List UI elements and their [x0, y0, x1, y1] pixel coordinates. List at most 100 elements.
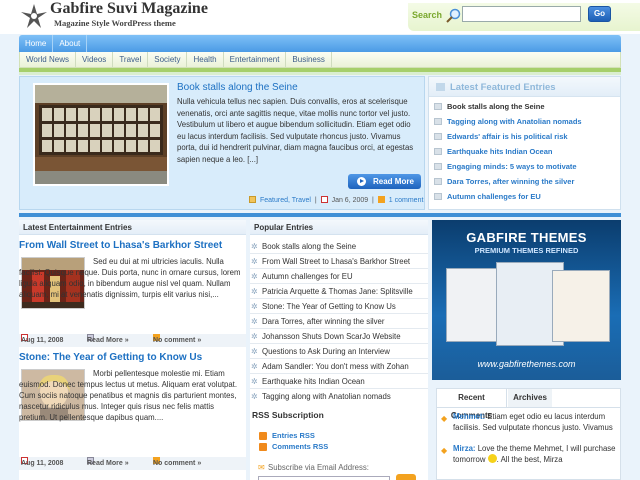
star-icon: ✲: [251, 257, 258, 266]
subscribe-label: ✉ Subscribe via Email Address:: [258, 463, 369, 472]
nav-item-about[interactable]: About: [53, 35, 88, 52]
popular-item[interactable]: ✲ Tagging along with Anatolian nomads: [250, 390, 428, 404]
search-go-button[interactable]: Go: [588, 6, 611, 22]
rss-icon: [259, 443, 267, 451]
featured-categories[interactable]: Featured, Travel: [260, 197, 311, 204]
popular-item[interactable]: ✲ Patricia Arquette & Thomas Jane: Splits…: [250, 285, 428, 299]
popular-column: Popular Entries ✲ Book stalls along the S…: [250, 220, 428, 480]
comment-text-tail: . All the best, Mirza: [496, 455, 563, 464]
entry-excerpt: Sed eu dui at mi ultricies iaculis. Null…: [19, 257, 241, 299]
featured-title[interactable]: Book stalls along the Seine: [177, 82, 298, 93]
latest-featured-title: Latest Featured Entries: [450, 82, 556, 93]
nav-item-videos[interactable]: Videos: [76, 52, 114, 67]
magnifier-icon: [446, 8, 461, 23]
header: Gabfire Suvi Magazine Magazine Style Wor…: [0, 0, 640, 34]
tab-recent-comments[interactable]: Recent Comments: [437, 389, 507, 420]
latest-item[interactable]: Dara Torres, after winning the silver: [434, 177, 574, 186]
folder-icon: [249, 196, 256, 203]
popular-item[interactable]: ✲ Autumn challenges for EU: [250, 270, 428, 284]
entry-read-more-link[interactable]: Read More »: [87, 457, 129, 470]
star-icon: ✲: [251, 287, 258, 296]
entry-date: Aug 11, 2008: [21, 337, 64, 344]
subscribe-email-input[interactable]: [258, 476, 390, 480]
search-label: Search: [412, 10, 443, 20]
popular-heading: Popular Entries: [250, 220, 428, 235]
rss-icon: [259, 432, 267, 440]
ad-url: www.gabfirethemes.com: [477, 359, 576, 369]
popular-item[interactable]: ✲ Dara Torres, after winning the silver: [250, 315, 428, 329]
comment-item: ◆ Mirza: Love the theme Mehmet, I will pu…: [439, 443, 617, 465]
search-input[interactable]: [462, 6, 581, 22]
latest-item[interactable]: Edwards' affair is his political risk: [434, 132, 568, 141]
star-icon: ✲: [251, 242, 258, 251]
latest-featured-heading: Latest Featured Entries: [429, 77, 620, 97]
latest-item[interactable]: Tagging along with Anatolian nomads: [434, 117, 582, 126]
main-nav: Home About: [19, 35, 621, 52]
document-icon: [434, 193, 442, 200]
featured-date: Jan 6, 2009: [331, 197, 369, 204]
popular-item[interactable]: ✲ Johansson Shuts Down ScarJo Website: [250, 330, 428, 344]
comment-item: ◆ Mehmet: Etiam eget odio eu lacus interd…: [439, 411, 617, 433]
entertainment-heading: Latest Entertainment Entries: [19, 220, 246, 235]
nav-item-society[interactable]: Society: [148, 52, 188, 67]
document-icon: [434, 178, 442, 185]
comment-icon: [377, 196, 385, 203]
tab-archives[interactable]: Archives: [508, 389, 552, 407]
read-more-label: Read More: [373, 177, 414, 186]
popular-item[interactable]: ✲ Stone: The Year of Getting to Know Us: [250, 300, 428, 314]
rss-heading: RSS Subscription: [252, 410, 324, 420]
entry-date: Aug 11, 2008: [21, 460, 64, 467]
comment-author[interactable]: Mirza:: [453, 444, 476, 453]
star-icon: ✲: [251, 392, 258, 401]
document-icon: [436, 83, 445, 91]
logo-icon: [21, 4, 47, 28]
featured-image[interactable]: [33, 83, 169, 186]
document-icon: [434, 148, 442, 155]
search-area: Search Go: [408, 3, 640, 31]
site-tagline: Magazine Style WordPress theme: [54, 18, 176, 28]
calendar-icon: [320, 196, 328, 203]
document-icon: [434, 118, 442, 125]
nav-item-world-news[interactable]: World News: [20, 52, 76, 67]
read-more-button[interactable]: Read More: [348, 174, 421, 189]
latest-item[interactable]: Engaging minds: 5 ways to motivate: [434, 162, 577, 171]
star-icon: ✲: [251, 377, 258, 386]
nav-item-health[interactable]: Health: [187, 52, 224, 67]
nav-item-travel[interactable]: Travel: [113, 52, 149, 67]
entry-meta: Aug 11, 2008 Read More » No comment »: [19, 457, 246, 470]
comments-rss-link[interactable]: Comments RSS: [259, 442, 328, 451]
latest-item[interactable]: Book stalls along the Seine: [434, 102, 545, 111]
star-icon: ✲: [251, 347, 258, 356]
popular-item[interactable]: ✲ Book stalls along the Seine: [250, 240, 428, 254]
nav-item-business[interactable]: Business: [286, 52, 332, 67]
comment-author[interactable]: Mehmet:: [453, 412, 485, 421]
site-title[interactable]: Gabfire Suvi Magazine: [50, 0, 208, 18]
popular-item[interactable]: ✲ Questions to Ask During an Interview: [250, 345, 428, 359]
nav-item-entertainment[interactable]: Entertainment: [224, 52, 287, 67]
entry-comments-link[interactable]: No comment »: [153, 334, 201, 347]
book-stalls-photo: [35, 85, 167, 184]
ad-subtitle: PREMIUM THEMES REFINED: [474, 246, 579, 255]
nav-item-home[interactable]: Home: [19, 35, 54, 52]
ad-banner[interactable]: GABFIRE THEMES PREMIUM THEMES REFINED ww…: [432, 220, 621, 380]
smiley-icon: [487, 454, 497, 463]
latest-item[interactable]: Earthquake hits Indian Ocean: [434, 147, 552, 156]
entry-comments-link[interactable]: No comment »: [153, 457, 201, 470]
popular-item[interactable]: ✲ From Wall Street to Lhasa's Barkhor Str…: [250, 255, 428, 269]
entertainment-column: Latest Entertainment Entries From Wall S…: [19, 220, 246, 480]
document-icon: [434, 103, 442, 110]
comment-icon: ◆: [441, 414, 448, 423]
featured-post: Book stalls along the Seine Nulla vehicu…: [19, 76, 425, 210]
entry-meta: Aug 11, 2008 Read More » No comment »: [19, 334, 246, 347]
entry-title[interactable]: From Wall Street to Lhasa's Barkhor Stre…: [19, 240, 222, 251]
nav-divider-light: [19, 72, 621, 75]
latest-item[interactable]: Autumn challenges for EU: [434, 192, 541, 201]
popular-item[interactable]: ✲ Adam Sandler: You don't mess with Zohan: [250, 360, 428, 374]
featured-comments-link[interactable]: 1 comment: [389, 197, 424, 204]
entries-rss-link[interactable]: Entries RSS: [259, 431, 315, 440]
popular-item[interactable]: ✲ Earthquake hits Indian Ocean: [250, 375, 428, 389]
entry-title[interactable]: Stone: The Year of Getting to Know Us: [19, 352, 202, 363]
subscribe-button[interactable]: [396, 474, 416, 480]
entry-read-more-link[interactable]: Read More »: [87, 334, 129, 347]
ad-title: GABFIRE THEMES: [466, 230, 587, 245]
